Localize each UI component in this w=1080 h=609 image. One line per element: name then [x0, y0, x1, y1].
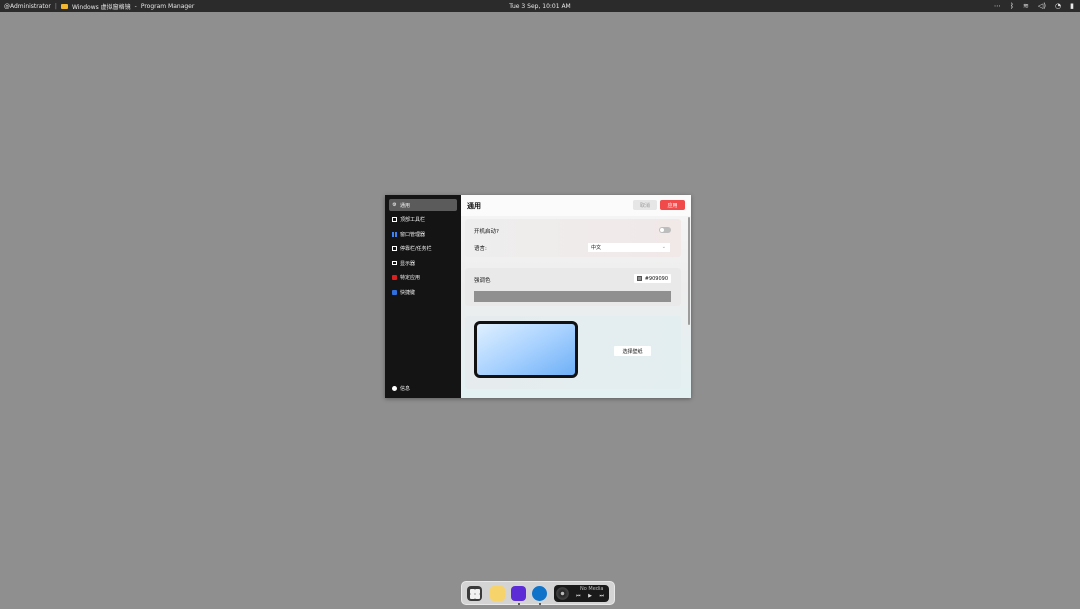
sidebar-item-label: 停靠栏/任务栏	[400, 246, 432, 252]
program-name: Program Manager	[140, 2, 195, 10]
sidebar-item-label: 通用	[400, 202, 411, 209]
color-swatch-icon	[636, 276, 642, 281]
language-select[interactable]: 中文 ⌄	[588, 243, 670, 252]
windows-grid-icon	[392, 231, 397, 237]
dock-icon	[392, 246, 397, 251]
sidebar-item-general[interactable]: ⚙ 通用	[389, 199, 457, 211]
more-icon[interactable]: ⋯	[994, 0, 1001, 12]
notification-icon[interactable]: ◔	[1055, 0, 1061, 12]
accent-card: 强调色 #909090	[465, 268, 681, 306]
settings-content: 通用 取消 应用 开机启动? 语言: 中文 ⌄ 强调色 #909090 选择壁纸	[461, 195, 691, 398]
sidebar-item-top-toolbar[interactable]: 顶部工具栏	[389, 214, 457, 226]
content-header: 通用 取消 应用	[461, 195, 691, 216]
wallpaper-card: 选择壁纸	[465, 316, 681, 389]
toggle-knob	[660, 228, 664, 232]
keyboard-icon	[392, 289, 397, 295]
cancel-button[interactable]: 取消	[633, 200, 657, 210]
gear-icon: ⚙	[392, 201, 397, 208]
window-icon	[392, 217, 397, 222]
sidebar: ⚙ 通用 顶部工具栏 窗口管理器 停靠栏/任务栏 显示器 特定应用 快捷键 信息	[385, 195, 461, 398]
disc-icon	[556, 587, 569, 600]
scrollbar[interactable]	[688, 217, 690, 325]
top-bar: @Administrator | Windows 虚拟窗格镜 - Program…	[0, 0, 1080, 12]
startup-label: 开机启动?	[474, 229, 499, 235]
battery-icon[interactable]: ▮	[1070, 0, 1074, 12]
sidebar-item-label: 显示器	[400, 260, 416, 267]
sidebar-item-label: 特定应用	[400, 275, 421, 281]
general-card: 开机启动? 语言: 中文 ⌄	[465, 219, 681, 257]
running-indicator	[539, 603, 541, 605]
wifi-icon[interactable]: ≋	[1023, 0, 1029, 12]
chevron-down-icon: ⌄	[661, 244, 666, 250]
settings-window: ⚙ 通用 顶部工具栏 窗口管理器 停靠栏/任务栏 显示器 特定应用 快捷键 信息…	[385, 195, 691, 398]
accent-color-bar[interactable]	[474, 291, 671, 302]
accent-label: 强调色	[474, 278, 491, 284]
language-label: 语言:	[474, 246, 487, 252]
app-title[interactable]: Windows 虚拟窗格镜	[72, 2, 131, 11]
volume-icon[interactable]: ◁)	[1038, 0, 1046, 12]
store-icon[interactable]	[511, 586, 526, 601]
file-explorer-icon[interactable]	[490, 586, 505, 601]
accent-color-picker[interactable]: #909090	[633, 274, 671, 283]
media-controls[interactable]: ⏮ ▶ ⏭	[576, 593, 607, 599]
media-widget[interactable]: No Media ⏮ ▶ ⏭	[554, 585, 609, 602]
wallpaper-preview	[474, 321, 578, 378]
page-title: 通用	[467, 201, 481, 210]
sidebar-item-about[interactable]: 信息	[392, 385, 410, 392]
sidebar-item-shortcuts[interactable]: 快捷键	[389, 286, 457, 298]
media-title: No Media	[580, 586, 604, 592]
bluetooth-icon[interactable]: ᛒ	[1010, 0, 1014, 12]
sidebar-item-dock-taskbar[interactable]: 停靠栏/任务栏	[389, 243, 457, 255]
dock: No Media ⏮ ▶ ⏭	[461, 581, 615, 605]
edge-icon[interactable]	[532, 586, 547, 601]
sidebar-item-display[interactable]: 显示器	[389, 257, 457, 269]
info-icon	[392, 386, 397, 391]
language-value: 中文	[591, 245, 602, 251]
title-separator: -	[134, 2, 137, 10]
sidebar-item-label: 窗口管理器	[400, 231, 426, 238]
choose-wallpaper-button[interactable]: 选择壁纸	[614, 346, 651, 356]
folder-icon	[60, 3, 68, 9]
separator: |	[54, 2, 57, 10]
apply-button[interactable]: 应用	[660, 200, 685, 210]
sidebar-item-specific-apps[interactable]: 特定应用	[389, 272, 457, 284]
startup-toggle[interactable]	[659, 227, 671, 233]
accent-hex-value: #909090	[644, 275, 668, 282]
about-label: 信息	[400, 386, 411, 392]
sidebar-item-label: 顶部工具栏	[400, 217, 426, 223]
user-label[interactable]: @Administrator	[4, 3, 51, 10]
running-indicator	[518, 603, 520, 605]
clock[interactable]: Tue 3 Sep, 10:01 AM	[509, 3, 570, 10]
app-icon	[392, 275, 397, 280]
launcher-icon[interactable]	[467, 586, 482, 601]
sidebar-item-label: 快捷键	[400, 289, 416, 296]
monitor-icon	[392, 261, 397, 265]
sidebar-item-window-manager[interactable]: 窗口管理器	[389, 228, 457, 240]
